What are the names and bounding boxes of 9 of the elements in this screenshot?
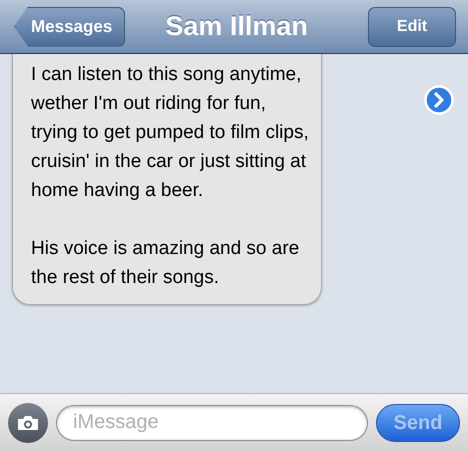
message-text: I can listen to this song anytime, wether I'm out riding for fun, trying to get pumped to film clips, cruisin' in the car or just sitting at home having a beer. [31,63,309,203]
edit-button[interactable]: Edit [368,6,456,46]
camera-button[interactable] [8,402,48,442]
camera-icon [17,414,39,430]
message-input-field[interactable]: iMessage [56,404,368,440]
back-button[interactable]: Messages [14,6,126,46]
message-text: His voice is amazing and so are the rest of their songs. [31,237,300,290]
chevron-disclosure-icon[interactable] [424,85,454,115]
conversation-title: Sam Illman [165,10,308,44]
